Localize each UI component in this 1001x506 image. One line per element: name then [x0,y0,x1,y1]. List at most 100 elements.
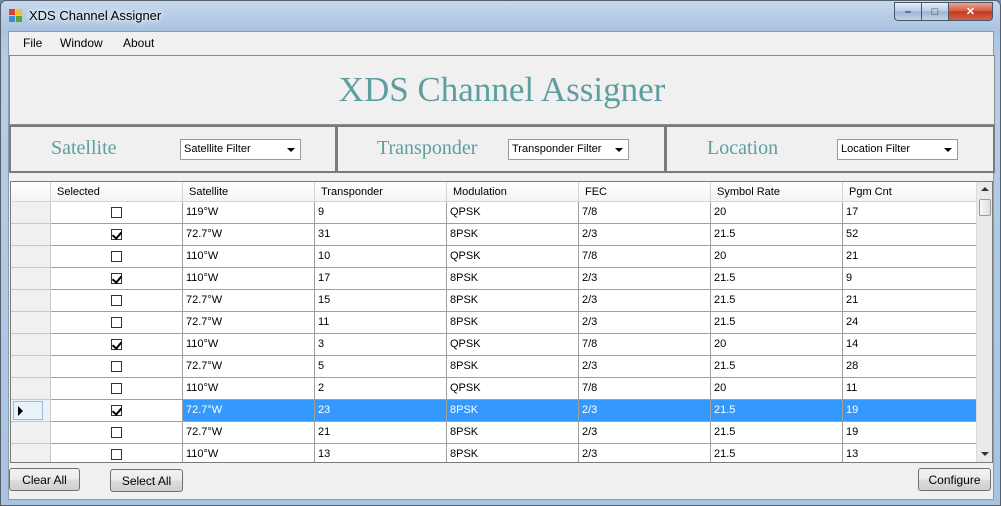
modulation-cell[interactable]: 8PSK [447,312,579,334]
menu-window[interactable]: Window [60,36,103,50]
modulation-cell[interactable]: QPSK [447,334,579,356]
menu-about[interactable]: About [123,36,154,50]
selected-checkbox[interactable] [111,339,122,350]
satellite-cell[interactable]: 110°W [183,378,315,400]
pgm-cnt-cell[interactable]: 11 [843,378,977,400]
symbol-rate-cell[interactable]: 21.5 [711,312,843,334]
selected-checkbox[interactable] [111,361,122,372]
selected-checkbox[interactable] [111,383,122,394]
row-selector[interactable] [11,378,51,400]
pgm-cnt-cell[interactable]: 21 [843,246,977,268]
modulation-cell[interactable]: 8PSK [447,356,579,378]
close-button[interactable]: ✕ [948,2,993,21]
table-row[interactable]: 110°W 17 8PSK 2/3 21.5 9 [11,268,977,290]
modulation-cell[interactable]: 8PSK [447,422,579,444]
row-selector[interactable] [11,356,51,378]
transponder-cell[interactable]: 17 [315,268,447,290]
fec-cell[interactable]: 2/3 [579,312,711,334]
table-row[interactable]: 110°W 13 8PSK 2/3 21.5 13 [11,444,977,462]
selected-checkbox[interactable] [111,317,122,328]
row-selector[interactable] [11,334,51,356]
column-header-fec[interactable]: FEC [579,182,711,202]
symbol-rate-cell[interactable]: 21.5 [711,444,843,462]
satellite-cell[interactable]: 72.7°W [183,290,315,312]
symbol-rate-cell[interactable]: 21.5 [711,224,843,246]
symbol-rate-cell[interactable]: 20 [711,246,843,268]
transponder-cell[interactable]: 9 [315,202,447,224]
row-selector[interactable] [11,444,51,462]
satellite-cell[interactable]: 72.7°W [183,312,315,334]
pgm-cnt-cell[interactable]: 21 [843,290,977,312]
transponder-cell[interactable]: 31 [315,224,447,246]
modulation-cell[interactable]: 8PSK [447,290,579,312]
vertical-scrollbar[interactable] [976,182,992,462]
table-row[interactable]: 110°W 2 QPSK 7/8 20 11 [11,378,977,400]
selected-checkbox[interactable] [111,229,122,240]
modulation-cell[interactable]: 8PSK [447,224,579,246]
pgm-cnt-cell[interactable]: 28 [843,356,977,378]
modulation-cell[interactable]: 8PSK [447,268,579,290]
modulation-cell[interactable]: 8PSK [447,444,579,462]
transponder-cell[interactable]: 21 [315,422,447,444]
satellite-cell[interactable]: 110°W [183,444,315,462]
satellite-cell[interactable]: 110°W [183,246,315,268]
clear-all-button[interactable]: Clear All [9,468,80,491]
satellite-cell[interactable]: 110°W [183,334,315,356]
symbol-rate-cell[interactable]: 21.5 [711,356,843,378]
pgm-cnt-cell[interactable]: 14 [843,334,977,356]
selected-checkbox[interactable] [111,207,122,218]
column-header-transponder[interactable]: Transponder [315,182,447,202]
modulation-cell[interactable]: QPSK [447,202,579,224]
modulation-cell[interactable]: QPSK [447,378,579,400]
transponder-filter-dropdown[interactable]: Transponder Filter [508,139,629,160]
transponder-cell[interactable]: 13 [315,444,447,462]
menu-file[interactable]: File [23,36,42,50]
pgm-cnt-cell[interactable]: 52 [843,224,977,246]
table-row[interactable]: 72.7°W 21 8PSK 2/3 21.5 19 [11,422,977,444]
fec-cell[interactable]: 2/3 [579,290,711,312]
row-selector[interactable] [11,400,51,422]
scroll-up-icon[interactable] [977,182,992,198]
title-bar[interactable]: XDS Channel Assigner – □ ✕ [1,1,1000,31]
row-selector[interactable] [11,224,51,246]
satellite-filter-dropdown[interactable]: Satellite Filter [180,139,301,160]
satellite-cell[interactable]: 110°W [183,268,315,290]
fec-cell[interactable]: 7/8 [579,378,711,400]
transponder-cell[interactable]: 10 [315,246,447,268]
selected-checkbox[interactable] [111,295,122,306]
fec-cell[interactable]: 7/8 [579,202,711,224]
symbol-rate-cell[interactable]: 20 [711,378,843,400]
fec-cell[interactable]: 2/3 [579,356,711,378]
column-header-selected[interactable]: Selected [51,182,183,202]
selected-checkbox[interactable] [111,251,122,262]
table-row[interactable]: 110°W 10 QPSK 7/8 20 21 [11,246,977,268]
fec-cell[interactable]: 2/3 [579,400,711,422]
symbol-rate-cell[interactable]: 21.5 [711,268,843,290]
symbol-rate-cell[interactable]: 21.5 [711,400,843,422]
transponder-cell[interactable]: 15 [315,290,447,312]
transponder-cell[interactable]: 5 [315,356,447,378]
select-all-button[interactable]: Select All [110,469,183,492]
modulation-cell[interactable]: 8PSK [447,400,579,422]
minimize-button[interactable]: – [894,2,921,21]
symbol-rate-cell[interactable]: 21.5 [711,290,843,312]
fec-cell[interactable]: 7/8 [579,334,711,356]
transponder-cell[interactable]: 2 [315,378,447,400]
pgm-cnt-cell[interactable]: 19 [843,422,977,444]
selected-checkbox[interactable] [111,449,122,460]
maximize-button[interactable]: □ [921,2,948,21]
column-header-satellite[interactable]: Satellite [183,182,315,202]
table-row[interactable]: 72.7°W 5 8PSK 2/3 21.5 28 [11,356,977,378]
satellite-cell[interactable]: 72.7°W [183,224,315,246]
column-header-symbol-rate[interactable]: Symbol Rate [711,182,843,202]
table-row[interactable]: 110°W 3 QPSK 7/8 20 14 [11,334,977,356]
row-selector[interactable] [11,312,51,334]
pgm-cnt-cell[interactable]: 24 [843,312,977,334]
table-row[interactable]: 72.7°W 31 8PSK 2/3 21.5 52 [11,224,977,246]
fec-cell[interactable]: 2/3 [579,422,711,444]
selected-checkbox[interactable] [111,427,122,438]
symbol-rate-cell[interactable]: 20 [711,202,843,224]
table-row[interactable]: 72.7°W 11 8PSK 2/3 21.5 24 [11,312,977,334]
column-header-modulation[interactable]: Modulation [447,182,579,202]
pgm-cnt-cell[interactable]: 19 [843,400,977,422]
